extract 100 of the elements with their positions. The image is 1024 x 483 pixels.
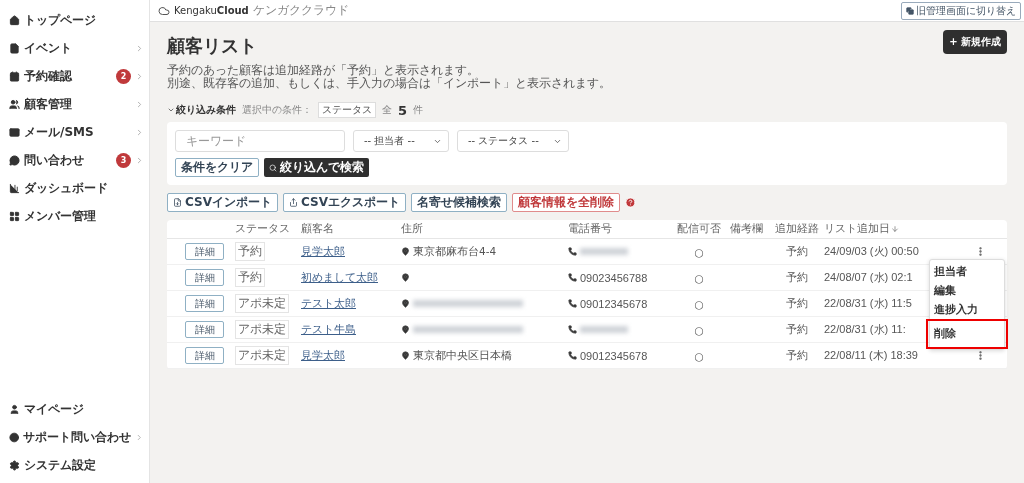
total-prefix: 全 — [382, 103, 392, 117]
chevron-icon — [135, 71, 144, 81]
phone-text: 09012345678 — [580, 349, 648, 362]
status-tag: アポ未定 — [235, 294, 289, 313]
column-header[interactable]: 追加経路 — [769, 222, 824, 236]
customer-name-link[interactable]: 見学太郎 — [301, 244, 345, 259]
date-text: 22/08/31 (水) 11:5 — [824, 296, 912, 311]
status-tag: 予約 — [235, 268, 265, 287]
action-button[interactable]: CSVインポート — [167, 193, 278, 212]
sidebar-item[interactable]: システム設定 — [0, 451, 149, 479]
menu-item[interactable]: 削除 — [928, 321, 1006, 347]
logo-subtitle: ケンガククラウド — [252, 2, 349, 19]
column-header[interactable]: 住所 — [401, 222, 568, 236]
menu-item-icon — [9, 98, 20, 110]
phone-icon — [568, 351, 577, 360]
filter-toggle[interactable]: 絞り込み条件 — [167, 103, 236, 117]
help-icon[interactable] — [624, 197, 636, 208]
menu-item-icon — [9, 182, 20, 194]
count-badge: 3 — [116, 152, 131, 168]
sidebar-item[interactable]: マイページ — [0, 395, 149, 423]
import-icon — [173, 198, 182, 207]
status-tag: アポ未定 — [235, 320, 289, 339]
phone-icon — [568, 273, 577, 282]
customer-name-link[interactable]: 初めまして太郎 — [301, 270, 378, 285]
column-header[interactable]: リスト追加日 — [824, 222, 954, 236]
cloud-logo-icon — [158, 4, 170, 17]
sidebar-item[interactable]: 問い合わせ 3 — [0, 146, 149, 174]
sidebar-item[interactable]: ダッシュボード — [0, 174, 149, 202]
menu-item[interactable]: 担当者 — [930, 262, 1004, 281]
new-button[interactable]: + 新規作成 — [943, 30, 1007, 54]
page-title: 顧客リスト — [167, 34, 258, 58]
selected-label: 選択中の条件： — [242, 103, 312, 117]
detail-button[interactable]: 詳細 — [185, 295, 224, 312]
count-badge: 2 — [116, 68, 131, 84]
logo-text: KengakuCloud — [174, 5, 249, 16]
action-button[interactable]: 顧客情報を全削除 — [511, 193, 620, 212]
keyword-field[interactable]: キーワード — [175, 130, 345, 152]
map-pin-icon — [401, 299, 410, 308]
route-text: 予約 — [785, 348, 808, 363]
search-icon — [269, 163, 277, 172]
map-pin-icon — [401, 325, 410, 334]
detail-button[interactable]: 詳細 — [185, 243, 224, 260]
action-button[interactable]: CSVエクスポート — [282, 193, 406, 212]
switch-button[interactable]: 旧管理画面に切り替え — [901, 1, 1021, 20]
upload-icon — [288, 198, 298, 207]
column-header[interactable]: 顧客名 — [301, 222, 401, 236]
sidebar-item[interactable]: イベント — [0, 34, 149, 62]
delivery-mark: ○ — [694, 349, 704, 362]
sidebar-item[interactable]: メンバー管理 — [0, 202, 149, 230]
total-count: 5 — [398, 102, 408, 118]
clear-button[interactable]: 条件をクリア — [175, 158, 259, 177]
menu-item[interactable]: 進捗入力 — [930, 300, 1004, 319]
status-select[interactable]: -- ステータス -- — [457, 130, 569, 152]
column-header[interactable]: 電話番号 — [568, 222, 674, 236]
sidebar-item[interactable]: メール/SMS — [0, 118, 149, 146]
date-text: 24/09/03 (火) 00:50 — [824, 244, 919, 259]
action-button[interactable]: 名寄せ候補検索 — [410, 193, 507, 212]
sort-arrow-icon — [891, 225, 899, 233]
column-header[interactable]: 備考欄 — [724, 222, 769, 236]
customer-name-link[interactable]: テスト太郎 — [301, 296, 356, 311]
sidebar-item[interactable]: サポート問い合わせ — [0, 423, 149, 451]
column-header[interactable]: 配信可否 — [674, 222, 724, 236]
description-text: 別途、既存客の追加、もしくは、手入力の場合は「インポート」と表示されます。 — [167, 77, 611, 90]
blurred-phone — [580, 326, 628, 333]
phone-icon — [568, 247, 577, 256]
phone-text: 09012345678 — [580, 297, 648, 310]
sidebar-item[interactable]: 予約確認 2 — [0, 62, 149, 90]
map-pin-icon — [401, 351, 410, 360]
address-text: 東京都中央区日本橋 — [413, 348, 512, 363]
menu-item[interactable]: 編集 — [930, 281, 1004, 300]
route-text: 予約 — [785, 270, 808, 285]
sidebar-item[interactable]: 顧客管理 — [0, 90, 149, 118]
delivery-mark: ○ — [694, 271, 704, 284]
delivery-mark: ○ — [694, 323, 704, 336]
menu-item-icon — [9, 14, 20, 26]
route-text: 予約 — [785, 244, 808, 259]
chevron-icon — [135, 432, 144, 442]
column-header[interactable]: ステータス — [235, 222, 301, 236]
menu-item-icon — [9, 459, 20, 471]
staff-select[interactable]: -- 担当者 -- — [353, 130, 449, 152]
route-text: 予約 — [785, 322, 808, 337]
condition-tag: ステータス — [318, 102, 376, 118]
phone-text: 09023456788 — [580, 271, 648, 284]
customer-name-link[interactable]: テスト牛島 — [301, 322, 356, 337]
search-button[interactable]: 絞り込んで検索 — [264, 158, 369, 177]
date-text: 22/08/31 (水) 11: — [824, 322, 906, 337]
customer-name-link[interactable]: 見学太郎 — [301, 348, 345, 363]
status-tag: 予約 — [235, 242, 265, 261]
caret-icon — [167, 106, 175, 114]
menu-item-icon — [9, 210, 20, 222]
windows-icon — [906, 6, 914, 15]
detail-button[interactable]: 詳細 — [185, 321, 224, 338]
route-text: 予約 — [785, 296, 808, 311]
chevron-icon — [135, 127, 144, 137]
detail-button[interactable]: 詳細 — [185, 269, 224, 286]
map-pin-icon — [401, 247, 410, 256]
detail-button[interactable]: 詳細 — [185, 347, 224, 364]
menu-item-icon — [9, 403, 20, 415]
sidebar-item[interactable]: トップページ — [0, 6, 149, 34]
menu-item-icon — [9, 126, 20, 138]
